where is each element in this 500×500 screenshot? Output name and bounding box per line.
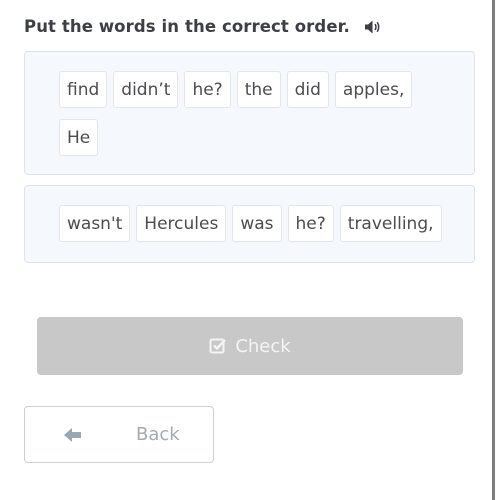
word-tile[interactable]: apples, — [334, 71, 413, 108]
word-tile[interactable]: travelling, — [339, 205, 442, 242]
word-tile[interactable]: he? — [287, 205, 334, 242]
sentence-box-2: wasn't Hercules was he? travelling, — [24, 185, 475, 263]
arrow-left-icon — [63, 426, 83, 444]
word-tiles-2: wasn't Hercules was he? travelling, — [59, 205, 444, 242]
word-tile[interactable]: Hercules — [136, 205, 227, 242]
word-tile[interactable]: he? — [184, 71, 231, 108]
word-tile[interactable]: was — [232, 205, 282, 242]
instruction-title: Put the words in the correct order. — [24, 17, 350, 36]
back-button[interactable]: Back — [24, 406, 214, 463]
word-tile[interactable]: wasn't — [59, 205, 131, 242]
check-button[interactable]: Check — [37, 317, 463, 375]
word-tile[interactable]: didn’t — [113, 71, 179, 108]
exercise-page: Put the words in the correct order. find… — [0, 0, 500, 500]
word-tile[interactable]: the — [236, 71, 281, 108]
instruction-row: Put the words in the correct order. — [24, 17, 382, 36]
back-label: Back — [136, 424, 180, 445]
word-tiles-1: find didn’t he? the did apples, He — [59, 71, 444, 156]
word-tile[interactable]: He — [59, 119, 99, 156]
word-tile[interactable]: find — [59, 71, 108, 108]
sentence-box-1: find didn’t he? the did apples, He — [24, 51, 475, 175]
check-square-icon — [209, 337, 227, 355]
check-label: Check — [235, 335, 291, 357]
window-edge-scrollbar[interactable] — [492, 0, 495, 500]
word-tile[interactable]: did — [286, 71, 329, 108]
speaker-volume-icon[interactable] — [364, 19, 382, 35]
